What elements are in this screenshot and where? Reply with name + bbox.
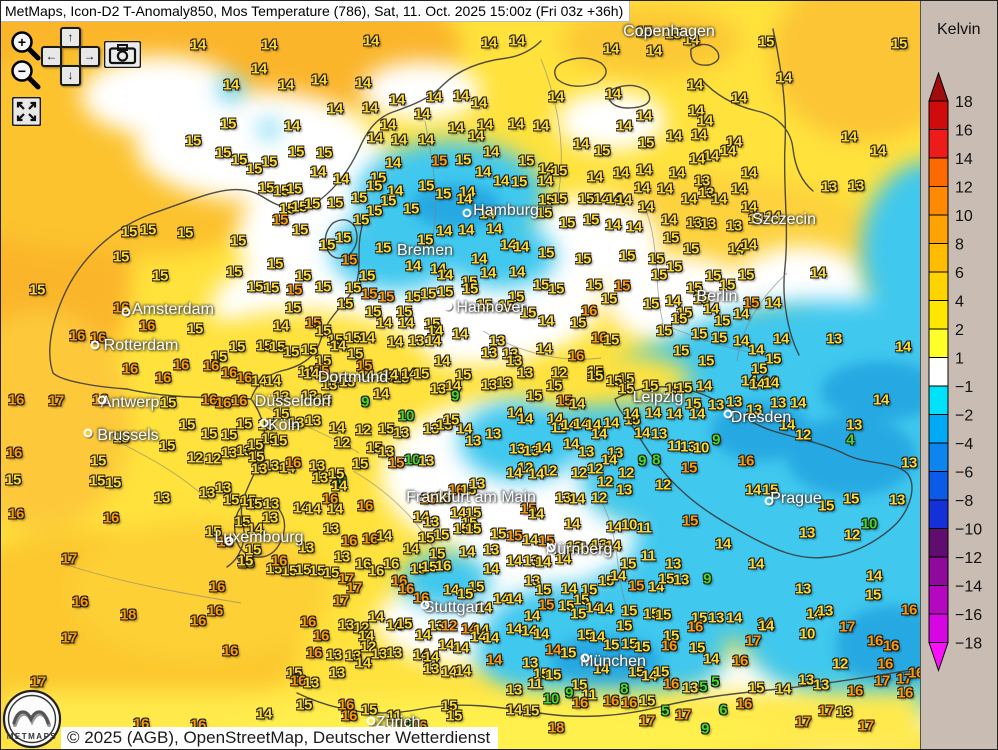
pan-up-button[interactable]: ↑ — [60, 27, 81, 48]
legend-tick-label: −14 — [955, 579, 982, 596]
attribution-text[interactable]: © 2025 (AGB), OpenStreetMap, Deutscher W… — [67, 728, 490, 747]
legend-color-segment — [929, 215, 948, 244]
metmaps-logo: METMAPS — [2, 689, 64, 750]
legend-tick-label: −16 — [955, 607, 982, 624]
legend-tick-label: −8 — [955, 493, 973, 510]
legend-scale: 18 16 14 12 10 8 6 4 2 1 −1 −2 −4 −6 −8 −10 −12 −14 −16 −18 — [921, 1, 998, 750]
legend-unit-label: Kelvin — [937, 21, 981, 39]
legend-color-segment — [929, 187, 948, 216]
logo-text: METMAPS — [7, 732, 58, 741]
map-title: MetMaps, Icon-D2 T-Anomaly850, Mos Tempe… — [5, 3, 623, 19]
weather-map[interactable] — [1, 1, 998, 750]
legend-tick-label: 2 — [955, 322, 964, 339]
legend-color-segment — [929, 586, 948, 615]
legend-color-segment — [929, 244, 948, 273]
legend-color-segment — [929, 358, 948, 387]
legend-tick-label: −1 — [955, 379, 973, 396]
legend-tick-label: 1 — [955, 351, 964, 368]
button-frame — [13, 98, 41, 126]
legend-tick-label: 16 — [955, 123, 973, 140]
legend-tick-label: −12 — [955, 550, 982, 567]
legend-tick-label: 6 — [955, 265, 964, 282]
legend-tick-label: −18 — [955, 636, 982, 653]
pan-right-button[interactable]: → — [79, 46, 100, 67]
pan-control: ↑ ← → ↓ — [41, 27, 101, 87]
legend-tick-label: −10 — [955, 522, 982, 539]
legend-tick-label: −4 — [955, 436, 973, 453]
legend-arrow-bottom — [929, 643, 948, 671]
title-bar: MetMaps, Icon-D2 T-Anomaly850, Mos Tempe… — [1, 1, 630, 22]
snapshot-button[interactable] — [104, 41, 141, 68]
zoom-in-icon: + — [18, 34, 26, 50]
legend-color-segment — [929, 472, 948, 501]
legend-color-segment — [929, 272, 948, 301]
arrow-left-icon: ← — [46, 49, 58, 63]
attribution-bar: © 2025 (AGB), OpenStreetMap, Deutscher W… — [61, 727, 498, 750]
legend-color-segment — [929, 415, 948, 444]
legend-tick-label: 14 — [955, 151, 973, 168]
weather-app: 1414141414141515141515141414141414141414… — [0, 0, 998, 750]
legend-color-segment — [929, 130, 948, 159]
legend-color-segment — [929, 329, 948, 358]
legend-arrow-top — [929, 73, 948, 101]
legend-color-segment — [929, 529, 948, 558]
legend-color-segment — [929, 158, 948, 187]
magnifier-handle — [29, 49, 38, 58]
zoom-out-icon: − — [18, 63, 26, 79]
legend-tick-label: −2 — [955, 408, 973, 425]
legend-color-segment — [929, 443, 948, 472]
arrow-right-icon: → — [84, 49, 96, 63]
arrow-up-icon: ↑ — [68, 30, 74, 44]
legend-color-segment — [929, 386, 948, 415]
legend-color-segment — [929, 500, 948, 529]
arrow-down-icon: ↓ — [68, 68, 74, 82]
legend-color-segment — [929, 301, 948, 330]
legend-color-segment — [929, 614, 948, 643]
legend-panel: Kelvin 18 16 14 12 10 8 6 4 2 1 −1 −2 −4 −6 −8 −10 −12 −1… — [920, 1, 998, 750]
legend-tick-label: 10 — [955, 208, 973, 225]
pan-left-button[interactable]: ← — [41, 46, 62, 67]
legend-tick-label: −6 — [955, 465, 973, 482]
legend-tick-label: 4 — [955, 294, 964, 311]
fullscreen-button[interactable] — [12, 97, 41, 126]
legend-tick-label: 8 — [955, 237, 964, 254]
legend-tick-label: 12 — [955, 180, 973, 197]
pan-down-button[interactable]: ↓ — [60, 65, 81, 86]
magnifier-handle — [29, 78, 38, 87]
zoom-out-button[interactable]: − — [9, 58, 43, 92]
legend-color-segment — [929, 557, 948, 586]
legend-tick-label: 18 — [955, 94, 973, 111]
legend-color-segment — [929, 101, 948, 130]
